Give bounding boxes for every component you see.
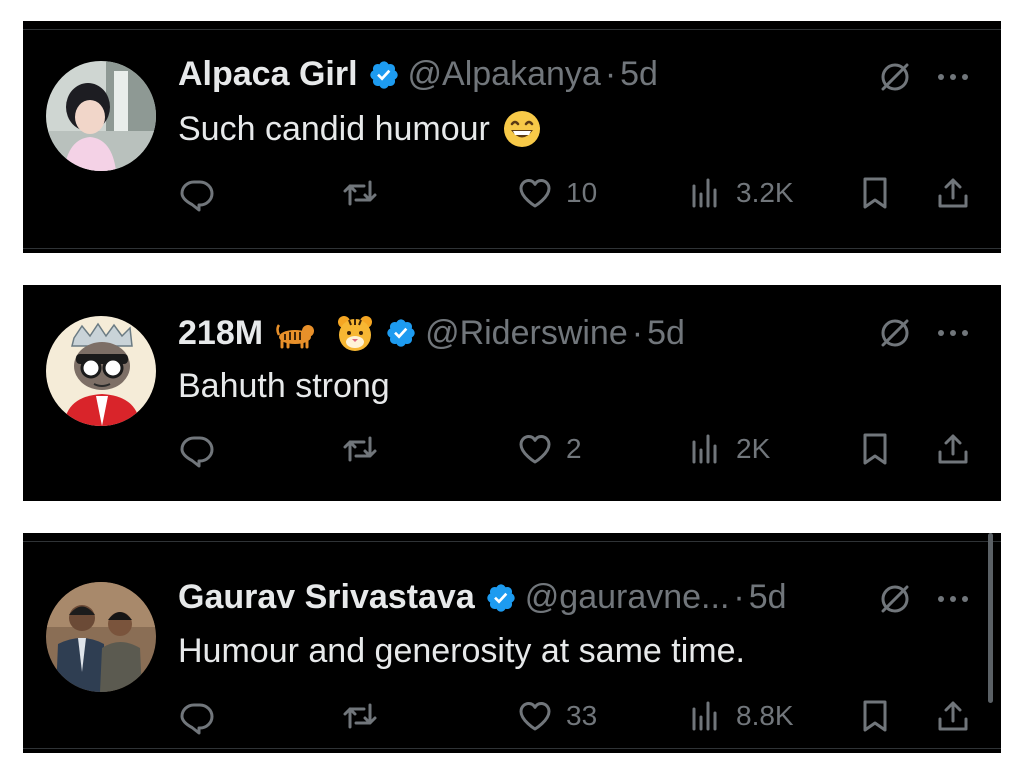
divider — [23, 29, 1001, 30]
tweet-text-content: Such candid humour — [178, 109, 490, 148]
avatar[interactable] — [46, 582, 156, 692]
like-count: 2 — [566, 433, 582, 464]
divider — [23, 248, 1001, 249]
views-count: 3.2K — [736, 177, 794, 208]
tweet-actions: 33 8.8K — [178, 694, 973, 738]
timestamp[interactable]: 5d — [647, 314, 685, 353]
views-count: 2K — [736, 433, 771, 464]
divider — [23, 541, 1001, 542]
retweet-button[interactable] — [341, 171, 379, 215]
tiger-face-emoji-icon — [335, 313, 375, 353]
heart-icon — [519, 179, 551, 208]
grok-icon[interactable] — [877, 59, 913, 95]
views-count: 8.8K — [736, 700, 794, 731]
separator-dot: · — [604, 55, 617, 93]
avatar-girl-photo-icon — [46, 61, 156, 171]
like-button[interactable]: 2 — [516, 427, 582, 471]
more-options-icon[interactable] — [933, 581, 973, 617]
tweet-card-gaurav-srivastava[interactable]: Gaurav Srivastava @gauravne... · 5d Humo… — [23, 533, 1001, 753]
separator-dot: · — [733, 578, 745, 616]
tweet-text-content: Bahuth strong — [178, 367, 390, 405]
divider — [23, 748, 1001, 749]
tweet-actions: 10 3.2K — [178, 171, 973, 215]
user-handle[interactable]: @gauravne... — [525, 578, 730, 617]
bookmark-button[interactable] — [856, 171, 894, 215]
grok-icon[interactable] — [877, 315, 913, 351]
tweet-card-218m[interactable]: 218M @Riderswine · 5d Bahuth strong 2 2K — [23, 285, 1001, 501]
like-button[interactable]: 33 — [516, 694, 597, 738]
share-upload-icon — [938, 434, 968, 464]
tweet-text: Such candid humour — [178, 109, 542, 149]
like-count: 10 — [566, 177, 598, 208]
heart-icon — [519, 435, 551, 464]
bookmark-icon — [863, 433, 887, 465]
more-options-icon[interactable] — [933, 59, 973, 95]
views-chart-icon — [692, 178, 717, 208]
timestamp[interactable]: 5d — [749, 578, 787, 617]
tweet-text: Humour and generosity at same time. — [178, 632, 745, 671]
reply-icon — [180, 180, 214, 212]
grinning-face-emoji-icon — [502, 109, 542, 149]
views-button[interactable]: 8.8K — [686, 694, 794, 738]
retweet-icon — [343, 436, 377, 462]
share-upload-icon — [938, 178, 968, 208]
views-chart-icon — [692, 434, 717, 464]
user-handle[interactable]: @Riderswine — [425, 314, 628, 353]
like-count: 33 — [566, 700, 598, 731]
share-upload-icon — [938, 701, 968, 731]
bookmark-button[interactable] — [856, 427, 894, 471]
views-button[interactable]: 2K — [686, 427, 770, 471]
grok-icon[interactable] — [877, 581, 913, 617]
retweet-icon — [343, 180, 377, 206]
avatar-two-men-photo-icon — [46, 582, 156, 692]
tweet-actions: 2 2K — [178, 427, 973, 471]
like-button[interactable]: 10 — [516, 171, 597, 215]
retweet-icon — [343, 703, 377, 729]
verified-badge-icon — [485, 582, 517, 614]
reply-icon — [180, 436, 214, 468]
bookmark-button[interactable] — [856, 694, 894, 738]
retweet-button[interactable] — [341, 427, 379, 471]
scrollbar[interactable] — [988, 533, 993, 703]
reply-button[interactable] — [178, 171, 216, 215]
avatar-cartoon-ape-icon — [46, 316, 156, 426]
share-button[interactable] — [934, 427, 972, 471]
verified-badge-icon — [368, 59, 400, 91]
verified-badge-icon — [385, 317, 417, 349]
tweet-text: Bahuth strong — [178, 367, 390, 406]
tweet-header: 218M @Riderswine · 5d — [178, 313, 685, 353]
display-name[interactable]: 218M — [178, 314, 263, 353]
tweet-card-alpaca-girl[interactable]: Alpaca Girl @Alpakanya · 5d Such candid … — [23, 21, 1001, 253]
display-name[interactable]: Alpaca Girl — [178, 55, 358, 94]
reply-button[interactable] — [178, 694, 216, 738]
separator-dot: · — [631, 313, 644, 352]
display-name[interactable]: Gaurav Srivastava — [178, 578, 475, 617]
avatar[interactable] — [46, 316, 156, 426]
tweet-header: Alpaca Girl @Alpakanya · 5d — [178, 55, 658, 94]
share-button[interactable] — [934, 171, 972, 215]
bookmark-icon — [863, 177, 887, 209]
views-chart-icon — [692, 701, 717, 731]
tiger-emoji-icon — [275, 313, 315, 353]
views-button[interactable]: 3.2K — [686, 171, 794, 215]
share-button[interactable] — [934, 694, 972, 738]
avatar[interactable] — [46, 61, 156, 171]
timestamp[interactable]: 5d — [620, 55, 658, 94]
more-options-icon[interactable] — [933, 315, 973, 351]
user-handle[interactable]: @Alpakanya — [408, 55, 601, 94]
heart-icon — [519, 702, 551, 731]
bookmark-icon — [863, 700, 887, 732]
retweet-button[interactable] — [341, 694, 379, 738]
reply-button[interactable] — [178, 427, 216, 471]
tweet-header: Gaurav Srivastava @gauravne... · 5d — [178, 578, 787, 617]
reply-icon — [180, 703, 214, 735]
tweet-text-content: Humour and generosity at same time. — [178, 632, 745, 670]
